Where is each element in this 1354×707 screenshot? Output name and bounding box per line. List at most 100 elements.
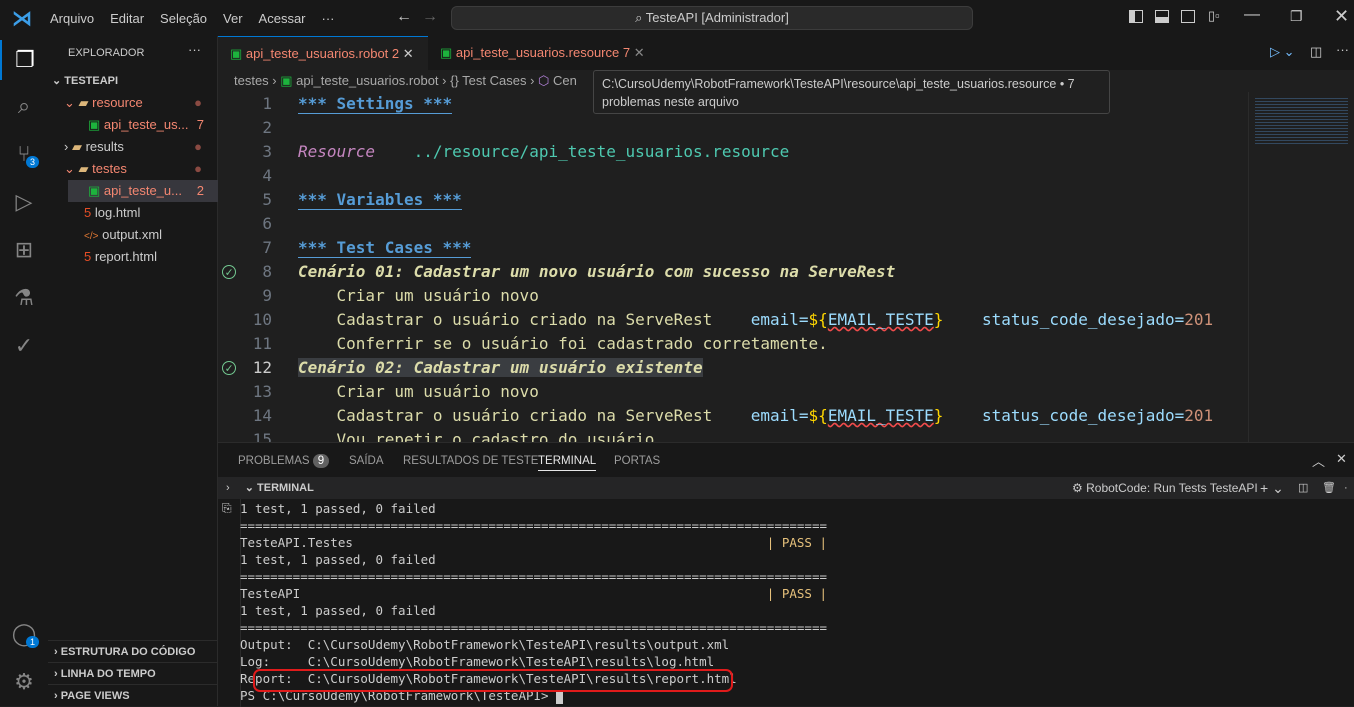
- tree-label: report.html: [94, 249, 157, 264]
- tree-file-robot[interactable]: ▣ api_teste_u... 2: [68, 180, 218, 202]
- code-text: Vou repetir o cadastro do usuário: [298, 428, 655, 442]
- split-terminal-icon[interactable]: ◫: [1298, 477, 1308, 499]
- run-icon[interactable]: ▷ ⌄: [1270, 44, 1295, 60]
- keyword: Cadastrar o usuário criado na ServeRest: [336, 406, 713, 425]
- line-number: 3: [262, 142, 272, 161]
- robot-file-icon: ▣: [88, 117, 101, 132]
- split-editor-icon[interactable]: ◫: [1310, 44, 1322, 60]
- keyword: Criar um usuário novo: [336, 382, 539, 401]
- new-terminal-icon[interactable]: + ⌄: [1260, 477, 1284, 499]
- close-panel-icon[interactable]: ✕: [1336, 451, 1347, 467]
- tree-folder-resource[interactable]: ⌄ ▰ resource ●: [64, 92, 218, 114]
- terminal-section[interactable]: ⌄ TERMINAL: [245, 482, 314, 494]
- more-icon[interactable]: ·: [1344, 477, 1348, 499]
- cube-icon: ⬡: [538, 73, 550, 88]
- toggle-sidebar-icon[interactable]: [1129, 10, 1143, 23]
- section-header: *** Variables ***: [298, 190, 462, 210]
- argument: status_code_desejado=: [981, 406, 1185, 425]
- menu-acessar[interactable]: Acessar: [251, 11, 314, 26]
- settings-gear-icon[interactable]: ⚙: [0, 662, 48, 702]
- tree-file-log[interactable]: 5 log.html: [84, 202, 140, 224]
- problems-count-badge: 9: [312, 454, 330, 468]
- menu-selecao[interactable]: Seleção: [152, 11, 215, 26]
- restore-button[interactable]: ❐: [1290, 8, 1303, 25]
- argument: email=: [750, 406, 809, 425]
- accounts-icon[interactable]: ◯ 1: [0, 614, 48, 654]
- maximize-panel-icon[interactable]: ︿: [1312, 451, 1325, 470]
- chevron-right-icon[interactable]: ›: [226, 482, 230, 494]
- tab-terminal[interactable]: TERMINAL: [538, 443, 597, 471]
- robot-file-icon: ▣: [280, 73, 293, 88]
- terminal-tab-icon[interactable]: ⎘: [222, 501, 232, 516]
- section-label: PAGE VIEWS: [60, 690, 130, 702]
- menu-editar[interactable]: Editar: [102, 11, 152, 26]
- back-arrow-icon[interactable]: ←: [396, 8, 412, 26]
- tree-file-output[interactable]: </> output.xml: [84, 224, 162, 246]
- section-code-structure[interactable]: › ESTRUTURA DO CÓDIGO: [48, 640, 218, 662]
- keyword: Vou repetir o cadastro do usuário: [336, 430, 655, 442]
- menu-ver[interactable]: Ver: [215, 11, 251, 26]
- tree-file-report[interactable]: 5 report.html: [84, 246, 157, 268]
- section-page-views[interactable]: › PAGE VIEWS: [48, 684, 218, 706]
- line-number: 11: [252, 334, 272, 353]
- minimize-button[interactable]: —: [1244, 6, 1260, 24]
- breadcrumb-item[interactable]: {} Test Cases: [450, 73, 526, 88]
- close-tab-icon[interactable]: ✕: [634, 45, 645, 60]
- close-tab-icon[interactable]: ✕: [403, 46, 414, 61]
- run-debug-icon[interactable]: ▷: [0, 182, 48, 222]
- tree-folder-testes[interactable]: ⌄ ▰ testes ●: [64, 158, 218, 180]
- bug-icon: ⚙: [1072, 481, 1083, 495]
- terminal-task[interactable]: ⚙ RobotCode: Run Tests TesteAPI: [1072, 477, 1258, 499]
- highlight-annotation: [253, 669, 733, 692]
- terminal-line: Output: C:\CursoUdemy\RobotFramework\Tes…: [240, 637, 730, 652]
- tab-resultados-de-teste[interactable]: RESULTADOS DE TESTE: [403, 443, 538, 477]
- problem-badge: 7: [196, 117, 204, 132]
- tab-robot[interactable]: ▣ api_teste_usuarios.robot 2 ✕: [218, 36, 428, 70]
- forward-arrow-icon[interactable]: →: [422, 8, 438, 26]
- section-timeline[interactable]: › LINHA DO TEMPO: [48, 662, 218, 684]
- menu-arquivo[interactable]: Arquivo: [42, 11, 102, 26]
- source-control-icon[interactable]: ⑂ 3: [0, 134, 48, 174]
- more-actions-icon[interactable]: ···: [1336, 42, 1349, 57]
- line-number: 5: [262, 190, 272, 209]
- code-text: Criar um usuário novo: [298, 284, 539, 308]
- tab-portas[interactable]: PORTAS: [614, 443, 660, 477]
- explorer-icon[interactable]: ❐: [0, 40, 48, 80]
- tree-label: resource: [92, 95, 143, 110]
- tab-label: api_teste_usuarios.robot: [245, 46, 389, 61]
- tree-folder-results[interactable]: › ▰ results ●: [64, 136, 218, 158]
- tree-label: results: [85, 139, 124, 154]
- test-passed-icon[interactable]: ✓: [222, 361, 236, 375]
- explorer-more-button[interactable]: ···: [188, 42, 201, 57]
- breadcrumb-item[interactable]: api_teste_usuarios.robot: [296, 73, 438, 88]
- customize-layout-icon[interactable]: ▯▫: [1208, 8, 1220, 24]
- tree-root[interactable]: ⌄ TESTEAPI: [52, 70, 118, 92]
- line-number: 14: [252, 406, 272, 425]
- test-passed-icon[interactable]: ✓: [222, 265, 236, 279]
- close-window-button[interactable]: ✕: [1334, 6, 1349, 27]
- command-center-search[interactable]: ⌕ TesteAPI [Administrador]: [451, 6, 973, 30]
- minimap[interactable]: [1248, 92, 1354, 442]
- code-line: ✓ 12 Cenário 02: Cadastrar um usuário exis…: [218, 356, 1248, 380]
- menu-more[interactable]: ···: [314, 11, 343, 26]
- toggle-secondary-sidebar-icon[interactable]: [1181, 10, 1195, 23]
- tree-file-resource[interactable]: ▣ api_teste_us... 7: [88, 114, 218, 136]
- search-icon[interactable]: ⌕: [0, 86, 48, 126]
- code-editor[interactable]: 1 *** Settings *** 2 3 Resource ../resource/…: [218, 92, 1248, 442]
- checkmark-icon[interactable]: ✓: [0, 326, 48, 366]
- explorer-sidebar: EXPLORADOR ··· ⌄ TESTEAPI ⌄ ▰ resource ● …: [48, 36, 218, 706]
- toggle-panel-icon[interactable]: [1155, 10, 1169, 23]
- number: 201: [1184, 406, 1214, 425]
- testing-icon[interactable]: ⚗: [0, 278, 48, 318]
- code-line: 11 Conferrir se o usuário foi cadastrado…: [218, 332, 1248, 356]
- code-text: Cenário 01: Cadastrar um novo usuário co…: [298, 260, 895, 284]
- code-text: Cenário 02: Cadastrar um usuário existen…: [298, 356, 703, 380]
- breadcrumb-item[interactable]: Cen: [553, 73, 577, 88]
- tab-saida[interactable]: SAÍDA: [349, 443, 384, 477]
- trash-icon[interactable]: 🗑: [1322, 477, 1336, 499]
- breadcrumb-item[interactable]: testes: [234, 73, 269, 88]
- robot-file-icon: ▣: [440, 45, 453, 60]
- tab-resource[interactable]: ▣ api_teste_usuarios.resource 7 ✕: [428, 36, 652, 70]
- tab-problemas[interactable]: PROBLEMAS 9: [238, 443, 330, 477]
- extensions-icon[interactable]: ⊞: [0, 230, 48, 270]
